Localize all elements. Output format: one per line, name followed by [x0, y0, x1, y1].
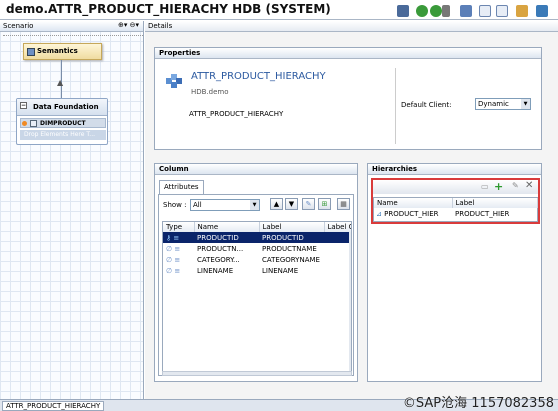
- show-filter-value: All: [193, 201, 202, 209]
- hierarchy-name: PRODUCT_HIER: [384, 209, 439, 218]
- table-row[interactable]: ⚷ ≡ PRODUCTID PRODUCTID: [163, 232, 351, 243]
- attribute-name: CATEGORY...: [197, 255, 240, 264]
- view-name: ATTR_PRODUCT_HIERACHY: [191, 71, 326, 82]
- binoculars-icon[interactable]: [397, 5, 409, 17]
- attribute-label: CATEGORYNAME: [262, 255, 320, 264]
- attribute-icon: ∅ ≡: [166, 255, 181, 264]
- data-foundation-label: Data Foundation: [33, 103, 99, 111]
- hierarchies-header: Hierarchies: [368, 164, 541, 175]
- properties-card: Properties ATTR_PRODUCT_HIERACHY HDB.dem…: [154, 47, 542, 150]
- join-point-icon: [22, 121, 27, 126]
- key-attribute-icon: ⚷ ≡: [166, 233, 180, 242]
- attribute-label: PRODUCTNAME: [262, 244, 317, 253]
- table-header-row: Name Label: [374, 198, 538, 208]
- document-icon[interactable]: [479, 5, 491, 17]
- sort-icon[interactable]: ▭: [481, 182, 489, 191]
- activate-icon[interactable]: [430, 5, 442, 17]
- connector-arrow-icon: ▲: [57, 78, 64, 87]
- package-name: HDB.demo: [191, 88, 229, 96]
- table-header-row: Type Name Label Label C: [163, 222, 351, 232]
- dropdown-arrow-icon[interactable]: [442, 5, 450, 17]
- data-foundation-node[interactable]: − Data Foundation DIMPRODUCT Drop Elemen…: [16, 98, 108, 145]
- tab-attributes[interactable]: Attributes: [159, 180, 204, 194]
- hierarchies-toolbar: ▭ + ✎ ✕: [373, 180, 538, 194]
- table-row[interactable]: ∅ ≡ PRODUCTN... PRODUCTNAME: [163, 243, 351, 254]
- show-label: Show :: [163, 201, 187, 209]
- hierarchy-label: PRODUCT_HIER: [455, 209, 510, 218]
- editor-tab-bar: ATTR_PRODUCT_HIERACHY ©SAP沧海 1157082358: [0, 396, 558, 411]
- show-filter-select[interactable]: All ▼: [190, 199, 260, 211]
- chevron-down-icon[interactable]: ▼: [250, 200, 259, 210]
- edit-icon[interactable]: ✎: [302, 198, 315, 210]
- scenario-panel: Scenario ⊕▾ ⊖▾: [0, 21, 144, 399]
- tab-label: Attributes: [164, 183, 199, 191]
- default-client-label: Default Client:: [401, 101, 452, 109]
- options-icon[interactable]: ▦: [337, 198, 350, 210]
- hierarchies-table: Name Label ⊿ PRODUCT_HIER PRODUCT_HIER: [374, 198, 538, 219]
- divider: [3, 35, 143, 36]
- column-header-label-column[interactable]: Label C: [324, 222, 351, 232]
- hierarchy-icon: ⊿: [376, 209, 382, 218]
- attributes-table: Type Name Label Label C ⚷ ≡ PRODUCTID PR…: [163, 222, 351, 276]
- collapse-icon[interactable]: −: [20, 102, 27, 109]
- validate-icon[interactable]: [416, 5, 428, 17]
- column-header-name[interactable]: Name: [374, 198, 453, 208]
- table-icon: [30, 120, 37, 127]
- horizontal-scrollbar[interactable]: [162, 371, 352, 376]
- attribute-label: LINENAME: [262, 266, 299, 275]
- attribute-label: PRODUCTID: [259, 232, 324, 243]
- attribute-view-icon: [165, 72, 183, 90]
- title-bar: demo.ATTR_PRODUCT_HIERACHY HDB (SYSTEM): [0, 0, 558, 20]
- edit-icon[interactable]: ✎: [512, 181, 519, 190]
- column-header: Column: [155, 164, 357, 175]
- move-down-icon[interactable]: ▼: [285, 198, 298, 210]
- data-foundation-header: − Data Foundation: [17, 99, 107, 116]
- scenario-label: Scenario: [3, 22, 34, 30]
- semantics-icon: [27, 48, 35, 56]
- default-client-value: Dynamic: [478, 100, 509, 108]
- attribute-name: PRODUCTID: [194, 232, 259, 243]
- tab-editor[interactable]: ATTR_PRODUCT_HIERACHY: [2, 401, 105, 411]
- deploy-icon[interactable]: [516, 5, 528, 17]
- default-client-select[interactable]: Dynamic ▼: [475, 98, 531, 110]
- column-header-type[interactable]: Type: [163, 222, 195, 232]
- chevron-down-icon[interactable]: ▼: [521, 99, 530, 109]
- table-row[interactable]: ⊿ PRODUCT_HIER PRODUCT_HIER: [374, 208, 537, 219]
- zoom-icon[interactable]: ⊕▾ ⊖▾: [118, 21, 139, 29]
- semantics-node[interactable]: Semantics: [23, 43, 102, 60]
- move-up-icon[interactable]: ▲: [270, 198, 283, 210]
- properties-header: Properties: [155, 48, 541, 59]
- attributes-table-container: Type Name Label Label C ⚷ ≡ PRODUCTID PR…: [162, 221, 352, 372]
- hierarchy-icon[interactable]: ⊞: [318, 198, 331, 210]
- attribute-name: PRODUCTN...: [197, 244, 244, 253]
- column-header-name[interactable]: Name: [194, 222, 260, 232]
- editor-title: demo.ATTR_PRODUCT_HIERACHY HDB (SYSTEM): [6, 2, 331, 16]
- delete-icon[interactable]: ✕: [525, 180, 533, 191]
- attribute-name: LINENAME: [197, 266, 234, 275]
- back-icon[interactable]: [460, 5, 472, 17]
- attribute-icon: ∅ ≡: [166, 244, 181, 253]
- column-header-label[interactable]: Label: [259, 222, 325, 232]
- table-row[interactable]: ∅ ≡ LINENAME LINENAME: [163, 265, 351, 276]
- attribute-icon: ∅ ≡: [166, 266, 181, 275]
- semantics-label: Semantics: [37, 47, 78, 55]
- watermark: ©SAP沧海 1157082358: [402, 396, 554, 411]
- hierarchies-table-container: Name Label ⊿ PRODUCT_HIER PRODUCT_HIER: [373, 197, 538, 222]
- preview-icon[interactable]: [496, 5, 508, 17]
- scenario-header: Scenario ⊕▾ ⊖▾: [0, 21, 143, 32]
- column-header-label[interactable]: Label: [452, 198, 538, 208]
- details-header: Details: [145, 21, 558, 32]
- table-label: DIMPRODUCT: [40, 120, 86, 127]
- details-label: Details: [148, 22, 173, 30]
- table-row[interactable]: ∅ ≡ CATEGORY... CATEGORYNAME: [163, 254, 351, 265]
- divider: [395, 68, 396, 144]
- run-icon[interactable]: [536, 5, 548, 17]
- view-description: ATTR_PRODUCT_HIERACHY: [189, 110, 284, 118]
- drop-zone[interactable]: Drop Elements Here T...: [20, 130, 106, 140]
- add-icon[interactable]: +: [494, 180, 503, 193]
